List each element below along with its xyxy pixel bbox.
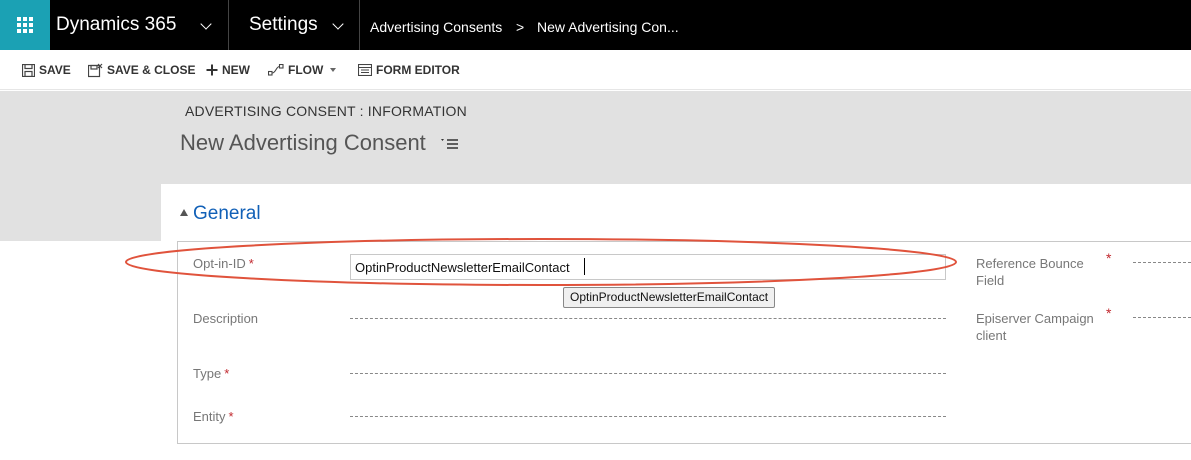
type-lookup[interactable]	[350, 373, 946, 374]
optin-id-label-text: Opt-in-ID	[193, 256, 246, 271]
plus-icon	[206, 64, 218, 76]
chevron-down-icon[interactable]	[332, 18, 344, 30]
save-label: SAVE	[39, 63, 71, 77]
caret-down-icon	[330, 68, 337, 72]
top-navigation-bar: Dynamics 365 Settings Advertising Consen…	[0, 0, 1191, 50]
required-marker: *	[224, 366, 230, 381]
new-label: NEW	[222, 63, 250, 77]
reference-bounce-label-line1: Reference Bounce	[976, 256, 1084, 271]
save-and-close-label: SAVE & CLOSE	[107, 63, 196, 77]
required-marker: *	[248, 256, 254, 271]
type-label-text: Type	[193, 366, 222, 381]
episerver-label-line2: client	[976, 328, 1007, 343]
new-button[interactable]: NEW	[206, 50, 250, 90]
divider	[228, 0, 229, 50]
save-and-close-button[interactable]: SAVE & CLOSE	[88, 50, 195, 90]
entity-label-text: Entity	[193, 409, 226, 424]
floppy-disk-icon	[22, 63, 35, 77]
tooltip: OptinProductNewsletterEmailContact	[563, 287, 776, 308]
app-launcher-button[interactable]	[0, 0, 50, 50]
command-bar: SAVE SAVE & CLOSE NEW FLOW FORM EDITOR	[0, 50, 1191, 90]
form-editor-icon	[358, 64, 372, 76]
required-marker: *	[1106, 305, 1112, 321]
divider	[359, 0, 360, 50]
reference-bounce-field-input[interactable]	[1133, 262, 1191, 263]
form-editor-label: FORM EDITOR	[376, 63, 460, 77]
reference-bounce-label-line2: Field	[976, 273, 1005, 288]
required-marker: *	[228, 409, 234, 424]
required-marker: *	[1106, 250, 1112, 266]
episerver-campaign-client-lookup[interactable]	[1133, 317, 1191, 318]
flow-menu-button[interactable]: FLOW	[268, 50, 337, 90]
page-title: New Advertising Consent	[180, 130, 426, 155]
description-label: Description	[193, 310, 258, 327]
app-name[interactable]: Dynamics 365	[56, 0, 176, 50]
entity-form-label: ADVERTISING CONSENT : INFORMATION	[185, 103, 467, 119]
entity-label: Entity *	[193, 408, 234, 425]
save-button[interactable]: SAVE	[22, 50, 71, 90]
description-input[interactable]	[350, 318, 946, 319]
flow-icon	[268, 64, 284, 76]
flow-label: FLOW	[288, 63, 324, 77]
optin-id-input[interactable]	[350, 254, 946, 280]
breadcrumb-current-record[interactable]: New Advertising Con...	[537, 0, 679, 50]
type-label: Type *	[193, 365, 229, 382]
breadcrumb-advertising-consents[interactable]: Advertising Consents	[370, 0, 502, 50]
chevron-down-icon[interactable]	[200, 18, 212, 30]
form-selector-icon[interactable]	[441, 136, 459, 150]
reference-bounce-field-label: Reference Bounce Field	[976, 255, 1084, 289]
form-editor-button[interactable]: FORM EDITOR	[358, 50, 460, 90]
episerver-campaign-client-label: Episerver Campaign client	[976, 310, 1094, 344]
description-label-text: Description	[193, 311, 259, 326]
section-title-general[interactable]: General	[193, 203, 261, 225]
collapse-triangle-icon[interactable]	[180, 209, 188, 216]
episerver-label-line1: Episerver Campaign	[976, 311, 1094, 326]
optin-id-label: Opt-in-ID *	[193, 255, 254, 272]
text-cursor	[584, 258, 585, 275]
breadcrumb-separator: >	[516, 19, 525, 35]
app-launcher-icon	[17, 17, 33, 33]
entity-lookup[interactable]	[350, 416, 946, 417]
area-selector[interactable]: Settings	[249, 0, 318, 50]
save-close-icon	[88, 63, 103, 77]
